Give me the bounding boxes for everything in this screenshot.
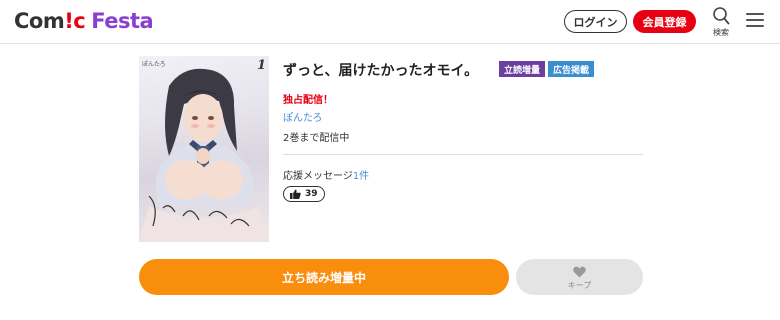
cheer-label: 応援メッセージ bbox=[283, 171, 353, 182]
exclusive-label: 独占配信！ bbox=[283, 95, 333, 106]
cheer-messages: 応援メッセージ1件 bbox=[283, 167, 369, 182]
keep-button[interactable]: キープ bbox=[516, 259, 643, 295]
cover-illustration bbox=[139, 68, 269, 242]
register-button[interactable]: 会員登録 bbox=[633, 10, 696, 33]
logo-excl: !c bbox=[64, 9, 86, 33]
cheer-count-link[interactable]: 1件 bbox=[353, 171, 369, 182]
book-cover[interactable]: ぽんたろ 1 bbox=[139, 56, 269, 242]
search-label: 検索 bbox=[713, 28, 729, 37]
login-button[interactable]: ログイン bbox=[564, 10, 627, 33]
site-header: Com !c Festa ログイン 会員登録 検索 bbox=[0, 0, 780, 44]
cover-author: ぽんたろ bbox=[142, 61, 166, 68]
cover-volume: 1 bbox=[257, 58, 267, 73]
book-title: ずっと、届けたかったオモイ。 bbox=[283, 63, 479, 79]
divider bbox=[283, 154, 643, 155]
search-button[interactable]: 検索 bbox=[707, 6, 735, 38]
like-button[interactable]: 39 bbox=[283, 186, 325, 202]
hamburger-menu-icon[interactable] bbox=[746, 12, 764, 28]
logo-sub: Festa bbox=[91, 9, 154, 33]
heart-icon bbox=[573, 266, 586, 278]
preview-read-button[interactable]: 立ち読み増量中 bbox=[139, 259, 509, 295]
thumbs-up-icon bbox=[290, 189, 301, 199]
comic-festa-logo[interactable]: Com !c Festa bbox=[14, 8, 154, 34]
author-link[interactable]: ぽんたろ bbox=[283, 109, 322, 124]
keep-label: キープ bbox=[567, 281, 592, 290]
search-icon bbox=[713, 7, 730, 25]
logo-main: Com bbox=[14, 9, 65, 33]
distribution-status: 2巻まで配信中 bbox=[283, 133, 350, 144]
badge-preview-extended: 立読増量 bbox=[499, 61, 546, 77]
like-count: 39 bbox=[305, 189, 318, 199]
badge-ad-featured: 広告掲載 bbox=[548, 61, 595, 77]
